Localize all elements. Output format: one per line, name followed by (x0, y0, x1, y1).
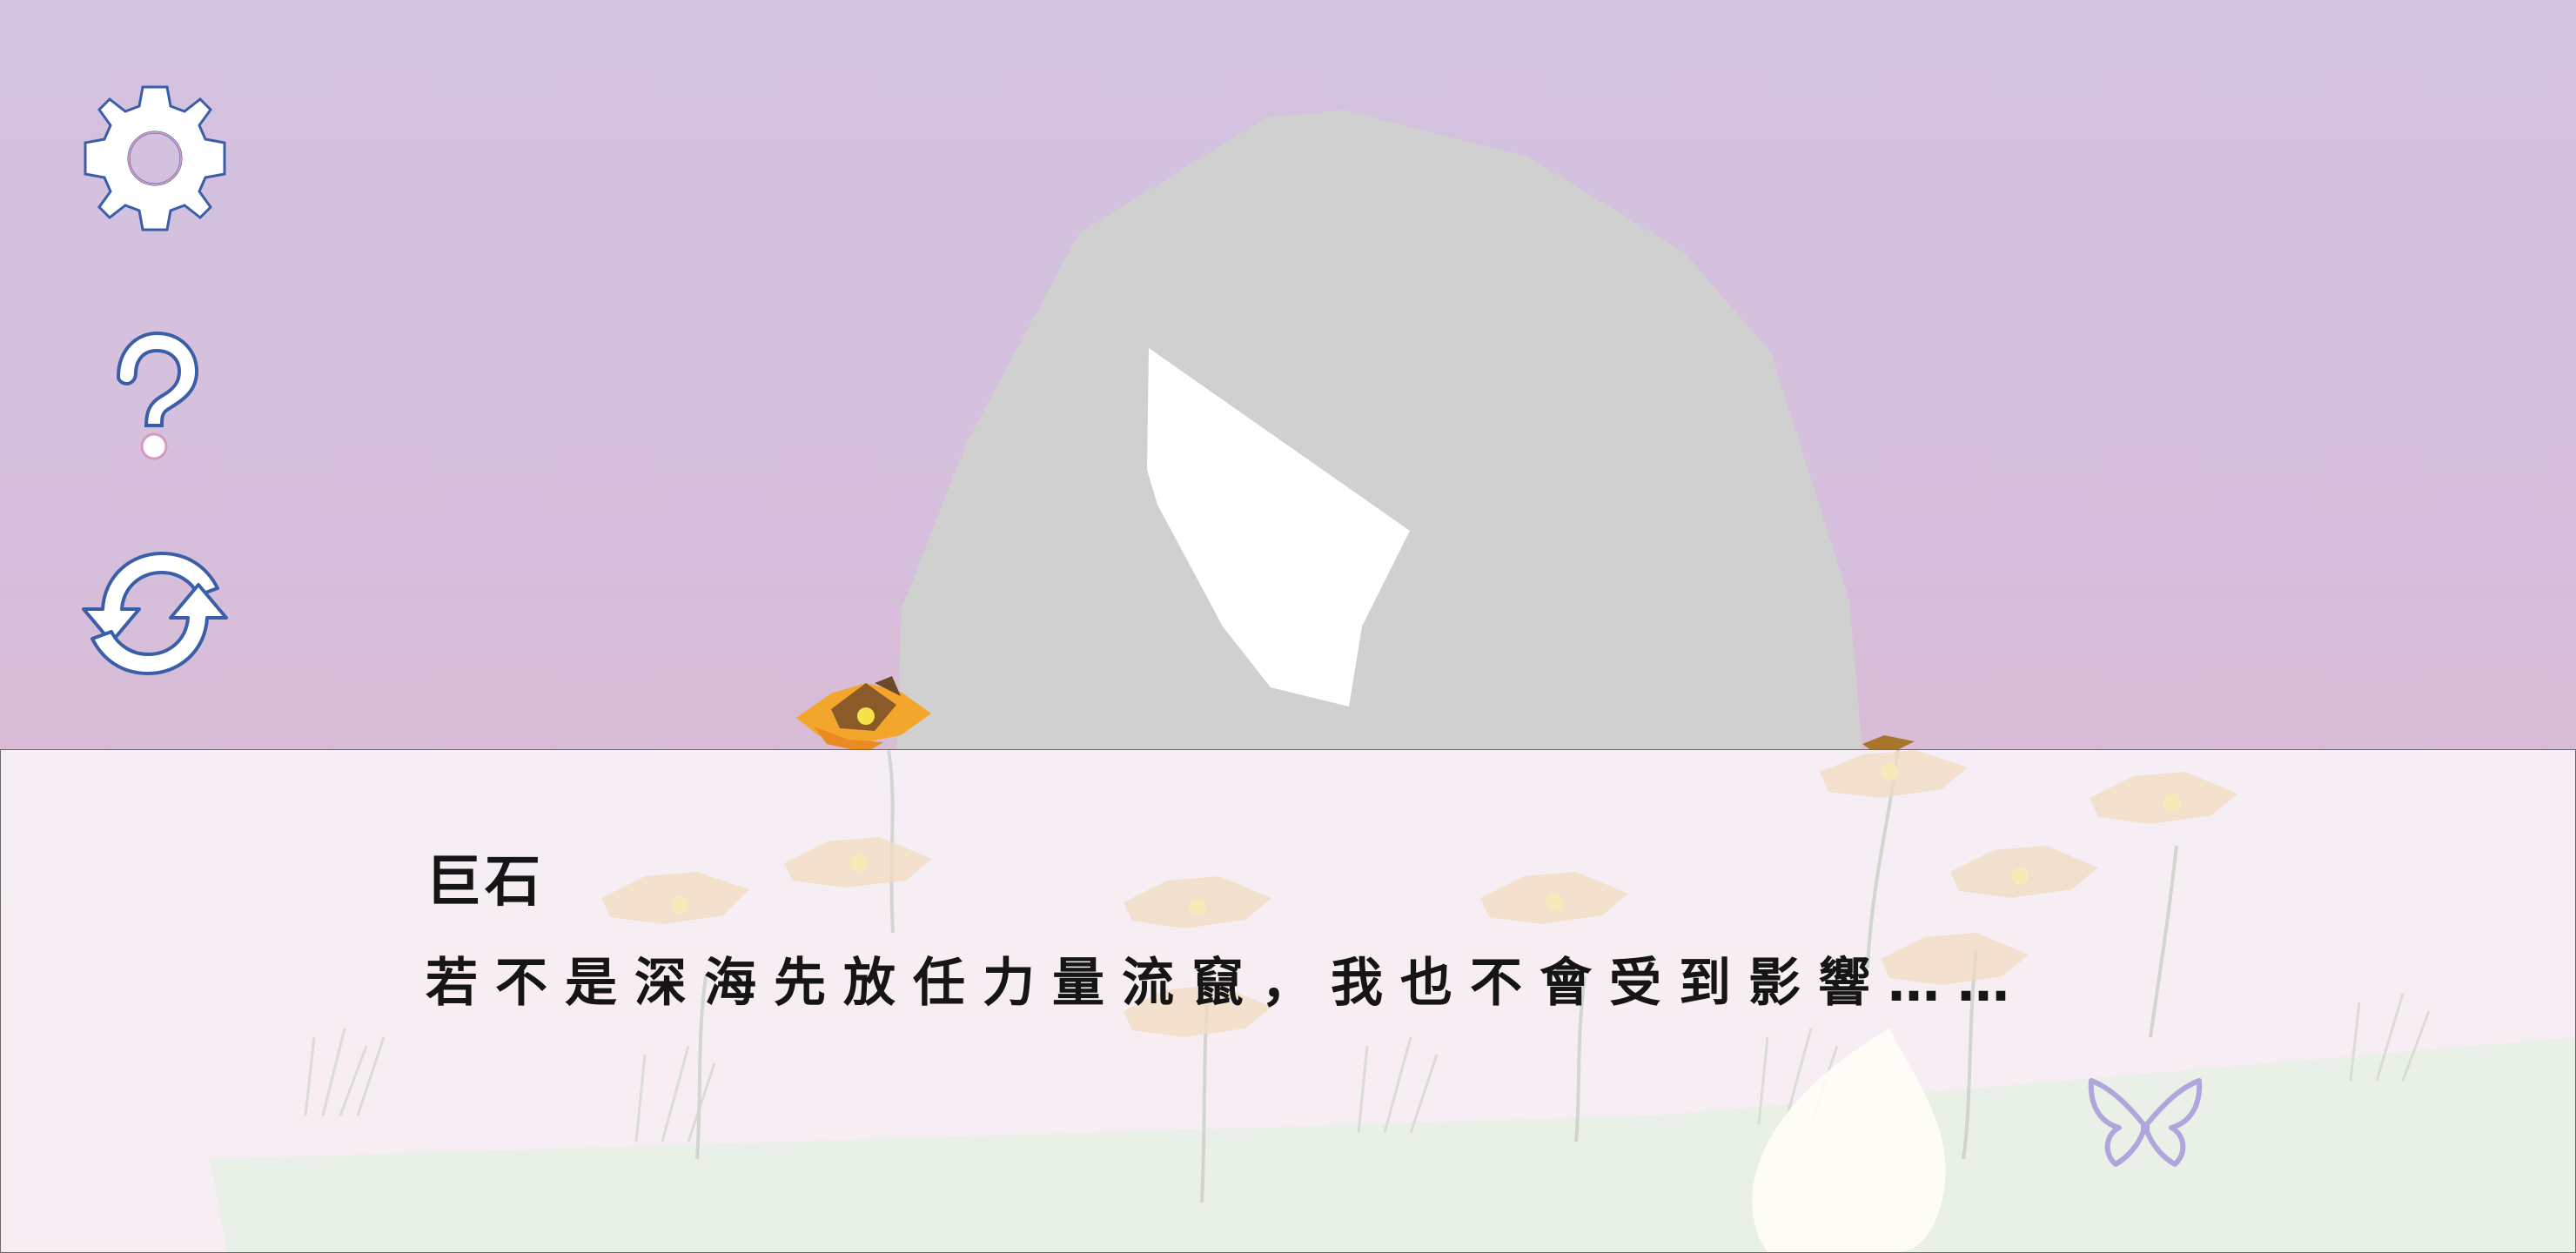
butterfly-icon (2088, 1078, 2203, 1167)
question-icon (116, 331, 199, 460)
restart-button[interactable] (77, 541, 242, 707)
speaker-name: 巨石 (426, 850, 544, 915)
dialogue-text: 若不是深海先放任力量流竄，我也不會受到影響…… (426, 953, 2027, 1014)
gear-icon (84, 85, 226, 231)
dialogue-box[interactable]: 巨石 若不是深海先放任力量流竄，我也不會受到影響…… (0, 749, 2576, 1253)
boulder (896, 110, 1862, 750)
butterfly-button[interactable] (2084, 1070, 2206, 1175)
settings-button[interactable] (77, 80, 242, 245)
help-button[interactable] (77, 318, 242, 483)
small-flower-top (1862, 735, 1915, 750)
refresh-icon (82, 552, 228, 675)
